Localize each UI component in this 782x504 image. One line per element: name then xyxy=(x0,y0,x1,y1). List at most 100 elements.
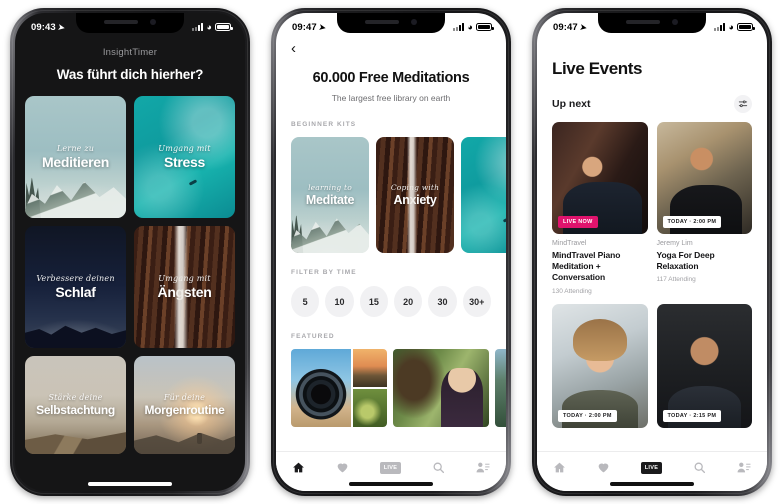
live-events-body: Live Events Up next LIVE NOW MindTravel … xyxy=(537,13,767,491)
home-icon xyxy=(292,462,304,473)
notch xyxy=(337,13,445,33)
card-title: Meditieren xyxy=(41,154,109,170)
filter-by-time-section: FILTER BY TIME 5 10 15 20 30 30+ xyxy=(276,269,506,317)
time-chip-5[interactable]: 5 xyxy=(291,286,320,317)
time-chip-10[interactable]: 10 xyxy=(325,286,354,317)
heart-icon xyxy=(337,463,348,473)
search-icon xyxy=(433,462,445,474)
tab-live[interactable]: LIVE xyxy=(640,461,663,474)
intent-card-schlaf[interactable]: Verbessere deinen Schlaf xyxy=(25,226,126,348)
intent-card-stress[interactable]: Umgang mit Stress xyxy=(134,96,235,218)
intent-card-selbstachtung[interactable]: Stärke deine Selbstachtung xyxy=(25,356,126,454)
event-host: MindTravel xyxy=(552,240,587,247)
card-subtitle: Verbessere deinen xyxy=(36,274,115,283)
beginner-kits-section: BEGINNER KITS learning to Meditate Copin… xyxy=(276,121,506,253)
tab-favorites[interactable] xyxy=(597,461,610,474)
kit-card-meditate[interactable]: learning to Meditate xyxy=(291,137,369,253)
event-card-fourth[interactable]: TODAY · 2:15 PM xyxy=(656,303,752,428)
wifi-icon: ◕ xyxy=(467,22,473,32)
phone-onboarding: 09:43 ➤ ◕ InsightTimer Was führt dich hi… xyxy=(10,8,250,496)
page-title: Live Events xyxy=(552,59,643,78)
phone-library: 09:47 ➤ ◕ ‹ 60.000 Free Meditations The … xyxy=(271,8,511,496)
cellular-signal-icon xyxy=(453,23,465,31)
time-chip-20[interactable]: 20 xyxy=(393,286,423,317)
beginner-kits-carousel[interactable]: learning to Meditate Coping with Anxiety xyxy=(276,137,506,253)
featured-label: FEATURED xyxy=(291,333,335,340)
app-brand-label: InsightTimer xyxy=(102,47,158,58)
back-button[interactable]: ‹ xyxy=(276,39,506,56)
up-next-label: Up next xyxy=(552,98,591,110)
library-title: 60.000 Free Meditations xyxy=(312,70,470,86)
location-arrow-icon: ➤ xyxy=(57,21,66,33)
intent-card-meditieren[interactable]: Lerne zu Meditieren xyxy=(25,96,126,218)
kit-title: Anxiety xyxy=(393,193,437,207)
front-camera-icon xyxy=(672,18,678,25)
home-indicator xyxy=(88,482,172,486)
library-subtitle: The largest free library on earth xyxy=(331,93,451,103)
event-title: Yoga For Deep Relaxation xyxy=(656,250,715,272)
event-host: Jeremy Lim xyxy=(656,240,693,247)
event-time-badge: TODAY · 2:00 PM xyxy=(662,216,722,228)
heart-icon xyxy=(598,463,609,473)
time-chip-30plus[interactable]: 30+ xyxy=(462,286,491,317)
front-camera-icon xyxy=(411,18,417,25)
tab-home[interactable] xyxy=(553,461,566,474)
teacher-portrait xyxy=(441,367,484,427)
event-thumbnail[interactable]: LIVE NOW xyxy=(552,122,648,234)
featured-card-teacher[interactable] xyxy=(393,349,489,427)
kit-card-next[interactable] xyxy=(461,137,506,253)
sliders-icon xyxy=(738,100,748,108)
time-chip-30[interactable]: 30 xyxy=(428,286,457,317)
event-time-badge: TODAY · 2:00 PM xyxy=(558,409,617,422)
featured-carousel[interactable] xyxy=(276,349,506,427)
live-badge-icon: LIVE xyxy=(640,461,663,474)
status-left: 09:47 ➤ xyxy=(292,22,326,33)
status-left: 09:43 ➤ xyxy=(31,22,65,33)
card-title: Morgenroutine xyxy=(144,403,225,417)
event-thumbnail[interactable]: TODAY · 2:00 PM xyxy=(552,303,648,428)
time-chip-15[interactable]: 15 xyxy=(359,286,388,317)
photo-city-sunset xyxy=(353,349,387,387)
battery-icon xyxy=(476,23,494,31)
screen-onboarding: 09:43 ➤ ◕ InsightTimer Was führt dich hi… xyxy=(15,13,245,491)
photo-camera-lens xyxy=(291,349,351,427)
event-thumbnail[interactable]: TODAY · 2:15 PM xyxy=(656,303,752,428)
intent-card-morgenroutine[interactable]: Für deine Morgenroutine xyxy=(134,356,235,454)
tab-live[interactable]: LIVE xyxy=(379,461,402,474)
intent-card-aengsten[interactable]: Umgang mit Ängsten xyxy=(134,226,235,348)
featured-section: FEATURED xyxy=(276,333,506,427)
photo-fern xyxy=(353,389,387,427)
card-subtitle: Lerne zu xyxy=(56,144,95,153)
event-thumbnail[interactable]: TODAY · 2:00 PM xyxy=(656,122,752,234)
up-next-header: Up next xyxy=(537,95,767,113)
onboarding-question: Was führt dich hierher? xyxy=(56,67,204,82)
event-card-third[interactable]: TODAY · 2:00 PM xyxy=(552,303,648,428)
card-title: Selbstachtung xyxy=(36,403,115,417)
cellular-signal-icon xyxy=(714,23,726,31)
event-attending: 130 Attending xyxy=(552,287,592,295)
tab-profile[interactable] xyxy=(737,461,751,474)
featured-card-collage[interactable] xyxy=(291,349,387,427)
tab-favorites[interactable] xyxy=(336,461,349,474)
front-camera-icon xyxy=(150,18,156,25)
featured-card-next[interactable] xyxy=(495,349,506,427)
card-subtitle: Umgang mit xyxy=(158,274,211,283)
event-card-yoga[interactable]: TODAY · 2:00 PM Jeremy Lim Yoga For Deep… xyxy=(656,122,752,295)
tab-profile[interactable] xyxy=(476,461,490,474)
card-title: Stress xyxy=(163,154,205,170)
home-indicator xyxy=(349,482,433,486)
status-left: 09:47 ➤ xyxy=(553,22,587,33)
tab-search[interactable] xyxy=(693,461,706,474)
notch xyxy=(76,13,184,33)
kit-subtitle: learning to xyxy=(308,183,352,192)
tab-search[interactable] xyxy=(432,461,445,474)
filter-button[interactable] xyxy=(734,95,752,113)
tab-home[interactable] xyxy=(292,461,305,474)
battery-icon xyxy=(215,23,233,31)
event-card-mindtravel[interactable]: LIVE NOW MindTravel MindTravel Piano Med… xyxy=(552,122,648,295)
beginner-kits-label: BEGINNER KITS xyxy=(291,121,357,128)
speaker-grille xyxy=(365,19,399,24)
hiker-silhouette-icon xyxy=(196,433,202,445)
portrait-hair xyxy=(573,318,627,361)
kit-card-anxiety[interactable]: Coping with Anxiety xyxy=(376,137,454,253)
